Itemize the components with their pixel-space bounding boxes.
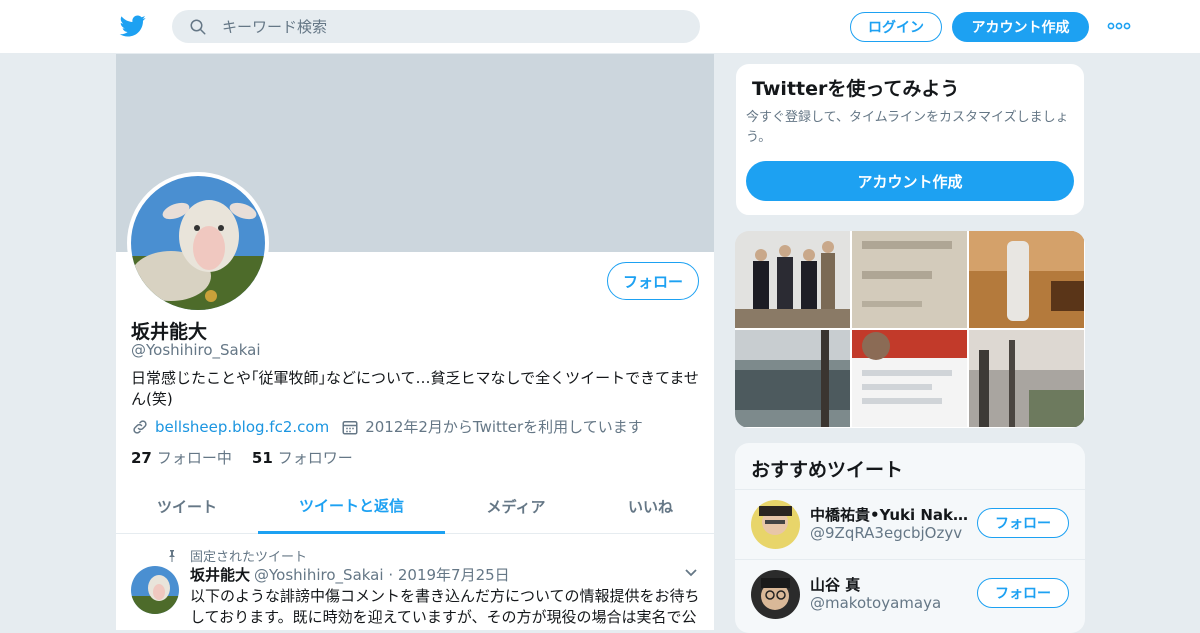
pin-icon <box>169 549 175 562</box>
promo-signup-button[interactable]: アカウント作成 <box>746 161 1074 201</box>
pinned-tweet[interactable]: 固定されたツイート 坂井能大 @Yoshihiro_Sakai · 2019年7月… <box>116 534 714 630</box>
recommendation-name[interactable]: 中橋祐貴•Yuki Nakahashi <box>810 504 970 525</box>
profile-website-link[interactable]: bellsheep.blog.fc2.com <box>155 418 329 436</box>
tab-likes[interactable]: いいね <box>587 479 714 534</box>
recommendation-item[interactable]: 山谷 真 @makotoyamaya フォロー <box>735 559 1085 629</box>
chevron-down-icon[interactable] <box>684 568 698 578</box>
tweet-text: 以下のような誹謗中傷コメントを書き込んだ方についての情報提供をお待ちしております… <box>190 587 700 630</box>
following-count[interactable]: 27 フォロー中 <box>131 447 232 468</box>
media-photo-5[interactable] <box>852 330 967 427</box>
calendar-icon <box>342 420 358 434</box>
search-box[interactable] <box>172 10 700 43</box>
twitter-bird-icon[interactable] <box>119 13 147 39</box>
tweet-avatar[interactable] <box>131 566 179 614</box>
search-icon <box>190 19 206 35</box>
tab-tweets-and-replies[interactable]: ツイートと返信 <box>258 479 445 534</box>
media-photo-6[interactable] <box>969 330 1084 427</box>
recommendation-handle: @makotoyamaya <box>810 594 942 612</box>
profile-meta: bellsheep.blog.fc2.com 2012年2月からTwitterを… <box>131 416 643 437</box>
following-count-number: 27 <box>131 449 152 467</box>
profile-joined-date: 2012年2月からTwitterを利用しています <box>365 418 643 436</box>
pinned-label: 固定されたツイート <box>166 546 307 565</box>
media-photo-grid <box>735 231 1085 428</box>
signup-promo-card: Twitterを使ってみよう 今すぐ登録して、タイムラインをカスタマイズしましょ… <box>735 63 1085 216</box>
tweet-date[interactable]: 2019年7月25日 <box>398 566 510 584</box>
recommendation-avatar[interactable] <box>751 500 800 549</box>
tweet-author[interactable]: 坂井能大 <box>190 566 250 584</box>
profile-counts: 27 フォロー中 51 フォロワー <box>131 447 373 468</box>
profile-bio: 日常感じたことや｢従軍牧師｣などについて…貧乏ヒマなしで全くツイートできてません… <box>131 369 699 408</box>
follow-button[interactable]: フォロー <box>607 262 699 300</box>
tweet-header: 坂井能大 @Yoshihiro_Sakai · 2019年7月25日 <box>190 566 510 584</box>
promo-title: Twitterを使ってみよう <box>752 78 960 100</box>
profile-handle: @Yoshihiro_Sakai <box>131 341 261 359</box>
following-count-label: フォロー中 <box>156 449 232 467</box>
profile-avatar[interactable] <box>127 172 269 314</box>
more-icon[interactable] <box>1107 20 1131 32</box>
recommendation-follow-button[interactable]: フォロー <box>977 508 1069 538</box>
promo-text: 今すぐ登録して、タイムラインをカスタマイズしましょう。 <box>746 110 1069 145</box>
sheep-avatar-image <box>131 566 179 614</box>
media-photo-1[interactable] <box>735 231 850 328</box>
profile-tabs: ツイート ツイートと返信 メディア いいね <box>116 479 714 534</box>
recommendations-title: おすすめツイート <box>751 459 904 481</box>
recommendations-card: おすすめツイート 中橋祐貴•Yuki Nakahashi @9ZqRA3egcb… <box>735 443 1085 633</box>
sheep-avatar-image <box>131 176 265 310</box>
recommendation-item[interactable]: 中橋祐貴•Yuki Nakahashi @9ZqRA3egcbjOzyv フォロ… <box>735 489 1085 559</box>
tab-media[interactable]: メディア <box>445 479 587 534</box>
followers-count[interactable]: 51 フォロワー <box>252 447 353 468</box>
recommendation-handle: @9ZqRA3egcbjOzyv <box>810 524 963 542</box>
followers-count-number: 51 <box>251 449 273 467</box>
top-bar: ログイン アカウント作成 <box>0 0 1200 54</box>
link-icon <box>133 419 147 434</box>
search-input[interactable] <box>222 10 682 43</box>
profile-name: 坂井能大 <box>131 321 208 343</box>
recommendation-follow-button[interactable]: フォロー <box>977 578 1069 608</box>
recommendation-avatar[interactable] <box>751 570 800 619</box>
login-button[interactable]: ログイン <box>850 12 942 42</box>
profile-column: フォロー 坂井能大 @Yoshihiro_Sakai 日常感じたことや｢従軍牧師… <box>116 54 714 630</box>
media-photo-4[interactable] <box>735 330 850 427</box>
pinned-label-text: 固定されたツイート <box>190 550 308 565</box>
tab-tweets[interactable]: ツイート <box>116 479 258 534</box>
media-photo-3[interactable] <box>969 231 1084 328</box>
media-photo-2[interactable] <box>852 231 967 328</box>
tweet-handle: @Yoshihiro_Sakai <box>254 566 384 584</box>
followers-count-label: フォロワー <box>277 449 353 467</box>
signup-button[interactable]: アカウント作成 <box>952 12 1089 42</box>
recommendation-name[interactable]: 山谷 真 <box>810 574 970 595</box>
